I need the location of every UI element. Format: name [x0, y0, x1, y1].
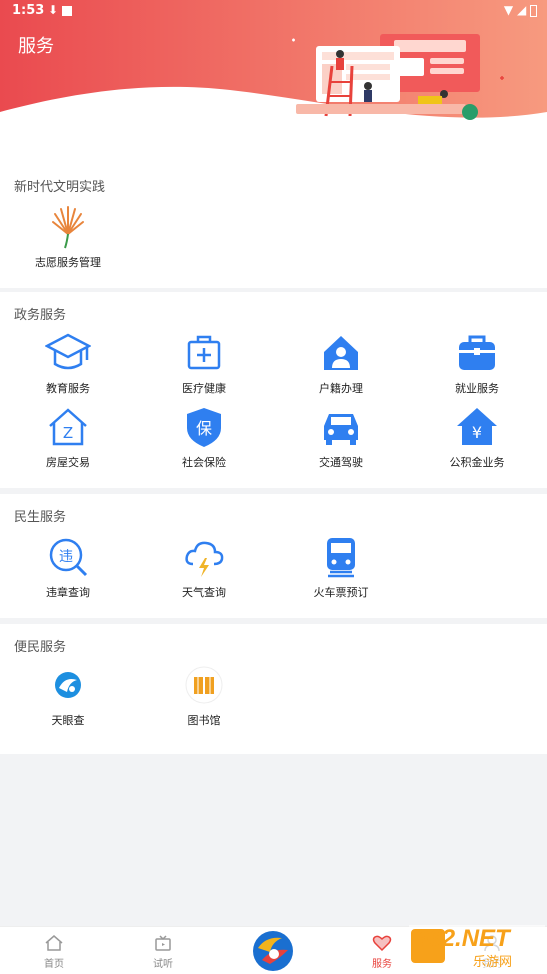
signal-icon: ◢ [516, 3, 527, 17]
tile-label: 就业服务 [455, 382, 499, 395]
tab-label: 首页 [44, 959, 64, 970]
section-title: 新时代文明实践 [14, 180, 106, 195]
tianyancha-icon [55, 672, 81, 698]
tile-social-insurance[interactable]: 保 社会保险 [136, 404, 272, 470]
volunteer-flower-icon [52, 206, 84, 249]
tile-housing-fund[interactable]: ¥ 公积金业务 [409, 404, 545, 470]
tile-traffic[interactable]: 交通驾驶 [273, 404, 409, 470]
status-indicators: ▼ ◢ [504, 3, 537, 17]
tile-train-ticket[interactable]: 火车票预订 [273, 534, 409, 600]
tile-label: 火车票预订 [313, 586, 369, 599]
tile-label: 教育服务 [46, 382, 90, 395]
svg-text:Z: Z [63, 424, 73, 442]
section-title: 便民服务 [14, 640, 67, 655]
section-title: 政务服务 [14, 308, 67, 323]
tile-household[interactable]: 户籍办理 [273, 330, 409, 396]
briefcase-icon [459, 335, 495, 370]
tab-label: 服务 [372, 959, 392, 970]
page-title: 服务 [18, 36, 54, 57]
header: 1:53 ⬇ ▼ ◢ 服务 [0, 0, 547, 160]
tile-education[interactable]: 教育服务 [0, 330, 136, 396]
status-time: 1:53 [12, 3, 45, 18]
watermark-text: 962.NET [415, 925, 510, 952]
tile-label: 医疗健康 [182, 382, 226, 395]
home-icon [45, 935, 63, 951]
banner-illustration [292, 34, 504, 120]
tile-house-trade[interactable]: Z 房屋交易 [0, 404, 136, 470]
tab-service[interactable]: 服务 [347, 927, 417, 974]
tile-label: 违章查询 [46, 586, 90, 599]
section-civilization: 新时代文明实践 志愿服务管理 [0, 160, 547, 288]
housing-fund-icon: ¥ [457, 408, 497, 445]
tile-label: 交通驾驶 [319, 456, 363, 469]
svg-text:违: 违 [59, 549, 73, 565]
section-government: 政务服务 教育服务 医疗健康 户籍办理 就业服务 Z 房屋交易 保 社会保险 交… [0, 292, 547, 488]
tile-label: 天气查询 [182, 586, 226, 599]
medical-kit-icon [187, 335, 221, 370]
tab-label: 试听 [153, 959, 173, 970]
tile-label: 图书馆 [187, 714, 221, 727]
train-icon [327, 538, 355, 578]
section-convenience: 便民服务 天眼查 图书馆 [0, 624, 547, 754]
tile-label: 社会保险 [182, 456, 226, 469]
tab-home[interactable]: 首页 [19, 927, 89, 974]
section-livelihood: 民生服务 违 违章查询 天气查询 火车票预订 [0, 494, 547, 618]
heart-service-icon [372, 935, 392, 952]
weather-icon [185, 541, 224, 577]
center-logo-button[interactable] [252, 930, 294, 972]
tile-volunteer-management[interactable]: 志愿服务管理 [0, 204, 136, 270]
household-icon [324, 336, 358, 370]
download-icon: ⬇ [48, 3, 72, 17]
wifi-icon: ▼ [503, 3, 514, 17]
tv-icon [155, 935, 171, 951]
house-trade-icon: Z [49, 408, 87, 446]
tile-violation-query[interactable]: 违 违章查询 [0, 534, 136, 600]
svg-text:¥: ¥ [472, 423, 482, 442]
tile-label: 公积金业务 [449, 456, 505, 469]
tile-tianyancha[interactable]: 天眼查 [0, 662, 136, 728]
tile-label: 天眼查 [51, 714, 85, 727]
watermark-subtext: 乐游网 [473, 955, 513, 970]
car-icon [324, 414, 358, 445]
tile-label: 户籍办理 [319, 382, 363, 395]
battery-icon [530, 4, 537, 17]
graduation-cap-icon [45, 333, 91, 370]
tab-listen[interactable]: 试听 [128, 927, 198, 974]
svg-text:保: 保 [196, 419, 212, 438]
app-notification-icon [61, 5, 72, 16]
tile-medical[interactable]: 医疗健康 [136, 330, 272, 396]
header-banner [0, 0, 547, 120]
tile-label: 房屋交易 [46, 456, 90, 469]
violation-search-icon: 违 [49, 538, 88, 577]
tile-library[interactable]: 图书馆 [136, 662, 272, 728]
watermark-logo: 962.NET 乐游网 [409, 925, 545, 970]
insurance-shield-icon: 保 [187, 408, 221, 447]
status-bar: 1:53 ⬇ ▼ ◢ [0, 0, 547, 24]
tile-employment[interactable]: 就业服务 [409, 330, 545, 396]
library-book-icon [185, 666, 223, 704]
section-title: 民生服务 [14, 510, 67, 525]
tile-label: 志愿服务管理 [35, 256, 101, 269]
tile-weather-query[interactable]: 天气查询 [136, 534, 272, 600]
